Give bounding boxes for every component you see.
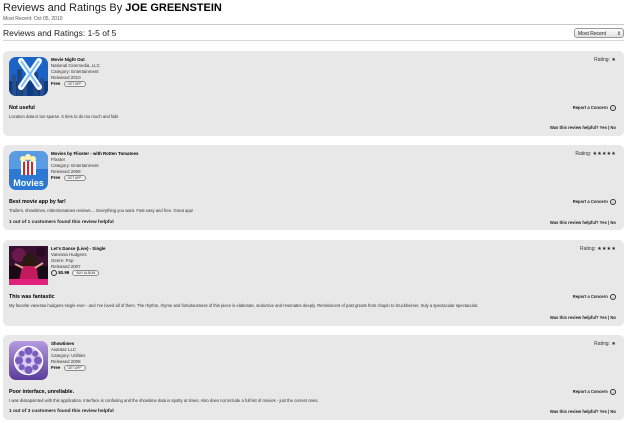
review-body: Location data is too sparse. It tries to… — [9, 114, 119, 119]
review-card: Showtimes Avantaz LLC Category: Utilitie… — [3, 335, 624, 420]
preview-play-icon[interactable] — [51, 270, 57, 276]
sort-select[interactable]: Most Recent ⇕ — [574, 28, 624, 38]
app-meta: Movie Night Out National Cinemedia, LLC … — [51, 57, 100, 87]
album-art-icon[interactable] — [9, 246, 48, 285]
star-rating: ★★★★ — [597, 246, 616, 252]
rating: Rating: ★★★★ — [580, 246, 616, 252]
buy-album-button[interactable]: BUY ALBUM — [72, 270, 100, 276]
app-price: Free — [51, 175, 61, 181]
review-title: This was fantastic — [9, 294, 55, 300]
rating: Rating: ★★★★★ — [575, 151, 616, 157]
review-card: Movies Movies by Flixster - with Rotten … — [3, 145, 624, 230]
star-rating: ★★★★★ — [592, 151, 616, 157]
helpful-prompt[interactable]: Was this review helpful? Yes | No — [550, 315, 616, 320]
review-title: Poor interface, unreliable. — [9, 389, 75, 395]
helpful-count: 1 out of 1 customers found this review h… — [9, 220, 114, 225]
review-body: I was dissapointed with this application… — [9, 398, 319, 403]
movie-night-out-app-icon[interactable] — [9, 57, 48, 96]
updown-arrow-icon: ⇕ — [616, 31, 621, 37]
get-app-button[interactable]: GET APP — [63, 365, 86, 371]
app-meta: Showtimes Avantaz LLC Category: Utilitie… — [51, 341, 86, 371]
app-price: $0.99 — [58, 270, 70, 276]
arrow-circle-icon: › — [610, 294, 616, 300]
app-meta: Movies by Flixster - with Rotten Tomatoe… — [51, 151, 139, 181]
review-title: Not useful — [9, 105, 35, 111]
rating: Rating: ★ — [594, 341, 616, 347]
arrow-circle-icon: › — [610, 389, 616, 395]
arrow-circle-icon: › — [610, 105, 616, 111]
helpful-prompt[interactable]: Was this review helpful? Yes | No — [550, 220, 616, 225]
toolbar-divider — [3, 40, 624, 41]
svg-text:Movies: Movies — [13, 178, 44, 188]
report-concern-link[interactable]: Report a Concern › — [573, 105, 616, 111]
review-body: My favorite vanessa hudgens single ever … — [9, 303, 479, 308]
report-concern-link[interactable]: Report a Concern › — [573, 389, 616, 395]
app-price: Free — [51, 365, 61, 371]
star-rating: ★ — [611, 57, 616, 63]
report-concern-link[interactable]: Report a Concern › — [573, 294, 616, 300]
star-rating: ★ — [611, 341, 616, 347]
review-card: Movie Night Out National Cinemedia, LLC … — [3, 51, 624, 136]
flixster-movies-app-icon[interactable]: Movies — [9, 151, 48, 190]
page-subtitle: Most Recent: Oct 05, 2010 — [3, 16, 63, 22]
report-concern-link[interactable]: Report a Concern › — [573, 199, 616, 205]
header-divider — [3, 24, 624, 25]
review-title: Best movie app by far! — [9, 199, 66, 205]
get-app-button[interactable]: GET APP — [63, 81, 86, 87]
review-body: Trailers, showtimes, rottentomatoes revi… — [9, 208, 194, 213]
helpful-count: 1 out of 3 customers found this review h… — [9, 409, 114, 414]
arrow-circle-icon: › — [610, 199, 616, 205]
page-header: Reviews and Ratings By JOE GREENSTEIN Mo… — [3, 2, 624, 25]
reviews-count-title: Reviews and Ratings: 1-5 of 5 — [3, 28, 117, 38]
get-app-button[interactable]: GET APP — [63, 175, 86, 181]
showtimes-app-icon[interactable] — [9, 341, 48, 380]
reviews-toolbar: Reviews and Ratings: 1-5 of 5 Most Recen… — [3, 26, 624, 41]
app-meta: Let's Dance (Live) - Single Vanessa Hudg… — [51, 246, 105, 276]
page-title: Reviews and Ratings By JOE GREENSTEIN — [3, 2, 222, 14]
helpful-prompt[interactable]: Was this review helpful? Yes | No — [550, 409, 616, 414]
rating: Rating: ★ — [594, 57, 616, 63]
reviewer-name: JOE GREENSTEIN — [125, 2, 222, 14]
app-price: Free — [51, 81, 61, 87]
helpful-prompt[interactable]: Was this review helpful? Yes | No — [550, 125, 616, 130]
review-card: Let's Dance (Live) - Single Vanessa Hudg… — [3, 240, 624, 326]
